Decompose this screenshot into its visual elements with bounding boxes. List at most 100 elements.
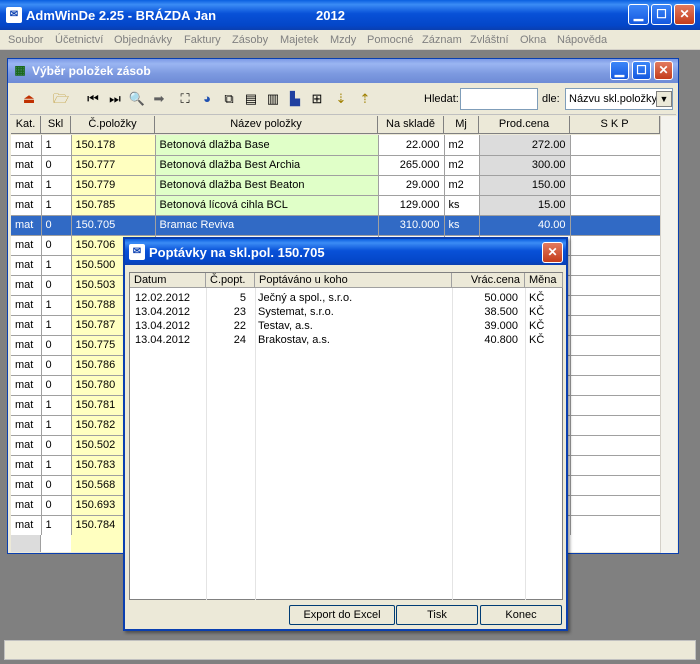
cell-skl[interactable]: 0 bbox=[41, 335, 72, 356]
menu-pomocne[interactable]: Pomocné bbox=[367, 34, 413, 46]
cell-skp[interactable] bbox=[570, 275, 661, 296]
dlg-cell-cena[interactable]: 38.500 bbox=[452, 305, 518, 319]
dlg-cell-mena[interactable]: KČ bbox=[529, 333, 563, 347]
search-input[interactable] bbox=[460, 88, 538, 110]
cell-skl[interactable]: 0 bbox=[41, 355, 72, 376]
cell-cislo[interactable]: 150.785 bbox=[71, 195, 156, 216]
menu-zvlastni[interactable]: Zvláštní bbox=[470, 34, 509, 46]
cell-skl[interactable]: 0 bbox=[41, 235, 72, 256]
table-icon[interactable]: ▤ bbox=[242, 90, 260, 108]
cell-kat[interactable]: mat bbox=[11, 495, 42, 516]
cell-sklad[interactable]: 310.000 bbox=[378, 215, 445, 236]
cell-nazev[interactable]: Betonová dlažba Best Beaton bbox=[155, 175, 379, 196]
cell-skp[interactable] bbox=[570, 175, 661, 196]
pie-chart-icon[interactable]: ◕ bbox=[198, 90, 216, 108]
menu-faktury[interactable]: Faktury bbox=[184, 34, 221, 46]
dlg-cell-cislo[interactable]: 22 bbox=[206, 319, 246, 333]
dlg-cell-mena[interactable]: KČ bbox=[529, 319, 563, 333]
menu-okna[interactable]: Okna bbox=[520, 34, 546, 46]
cell-sklad[interactable]: 129.000 bbox=[378, 195, 445, 216]
dlg-cell-kdo[interactable]: Systemat, s.r.o. bbox=[258, 305, 448, 319]
dlg-cell-datum[interactable]: 13.04.2012 bbox=[135, 305, 205, 319]
sort-desc-icon[interactable]: ⇡ bbox=[356, 90, 374, 108]
cell-skp[interactable] bbox=[570, 515, 661, 536]
dlg-cell-kdo[interactable]: Testav, a.s. bbox=[258, 319, 448, 333]
books-icon[interactable]: ▙ bbox=[286, 90, 304, 108]
dlg-cell-cena[interactable]: 40.800 bbox=[452, 333, 518, 347]
cell-kat[interactable]: mat bbox=[11, 475, 42, 496]
cell-kat[interactable]: mat bbox=[11, 235, 42, 256]
cell-kat[interactable]: mat bbox=[11, 435, 42, 456]
cell-mj[interactable]: ks bbox=[444, 195, 480, 216]
cell-cislo[interactable]: 150.178 bbox=[71, 135, 156, 156]
col-header-kat[interactable]: Kat. bbox=[11, 116, 41, 134]
col-header-sklad[interactable]: Na skladě bbox=[378, 116, 444, 134]
table-row[interactable]: mat 1 150.178 Betonová dlažba Base 22.000 m2 2… bbox=[11, 135, 661, 156]
menu-soubor[interactable]: Soubor bbox=[8, 34, 43, 46]
cell-cena[interactable]: 272.00 bbox=[479, 135, 571, 156]
cell-skp[interactable] bbox=[570, 255, 661, 276]
cell-kat[interactable]: mat bbox=[11, 335, 42, 356]
cell-skl[interactable]: 0 bbox=[41, 275, 72, 296]
grid-scrollbar-track[interactable] bbox=[660, 116, 677, 553]
cell-mj[interactable]: m2 bbox=[444, 135, 480, 156]
cell-skp[interactable] bbox=[570, 315, 661, 336]
chevron-down-icon[interactable]: ▼ bbox=[656, 91, 672, 107]
dlg-cell-mena[interactable]: KČ bbox=[529, 305, 563, 319]
cell-cena[interactable]: 15.00 bbox=[479, 195, 571, 216]
cell-skl[interactable]: 1 bbox=[41, 415, 72, 436]
maximize-button[interactable]: ☐ bbox=[651, 4, 672, 25]
menu-zaznam[interactable]: Záznam bbox=[422, 34, 462, 46]
cell-nazev[interactable]: Betonová dlažba Base bbox=[155, 135, 379, 156]
col-header-cislo[interactable]: Č.položky bbox=[71, 116, 155, 134]
select-area-icon[interactable]: ⛶ bbox=[176, 90, 194, 108]
cell-skp[interactable] bbox=[570, 195, 661, 216]
dlg-col-header-cena[interactable]: Vrác.cena bbox=[452, 273, 525, 288]
cell-kat[interactable]: mat bbox=[11, 375, 42, 396]
cell-kat[interactable]: mat bbox=[11, 515, 42, 536]
cell-kat[interactable]: mat bbox=[11, 455, 42, 476]
dialog-title-bar[interactable]: ✉ Poptávky na skl.pol. 150.705 ✕ bbox=[125, 239, 566, 265]
dlg-cell-datum[interactable]: 13.04.2012 bbox=[135, 319, 205, 333]
child-maximize-button[interactable]: ☐ bbox=[632, 61, 651, 80]
cell-kat[interactable]: mat bbox=[11, 255, 42, 276]
dlg-cell-cislo[interactable]: 23 bbox=[206, 305, 246, 319]
col-header-mj[interactable]: Mj bbox=[444, 116, 479, 134]
cell-skp[interactable] bbox=[570, 215, 661, 236]
cell-nazev[interactable]: Betonová lícová cihla BCL bbox=[155, 195, 379, 216]
menu-mzdy[interactable]: Mzdy bbox=[330, 34, 356, 46]
cell-mj[interactable]: ks bbox=[444, 215, 480, 236]
dlg-cell-datum[interactable]: 12.02.2012 bbox=[135, 291, 205, 305]
cell-sklad[interactable]: 265.000 bbox=[378, 155, 445, 176]
find-icon[interactable]: 🔍 bbox=[128, 90, 146, 108]
cell-sklad[interactable]: 29.000 bbox=[378, 175, 445, 196]
table-row[interactable]: mat 1 150.779 Betonová dlažba Best Beaton 29… bbox=[11, 175, 661, 196]
cell-kat[interactable]: mat bbox=[11, 275, 42, 296]
menu-napoveda[interactable]: Nápověda bbox=[557, 34, 607, 46]
cell-skp[interactable] bbox=[570, 235, 661, 256]
sort-asc-icon[interactable]: ⇣ bbox=[332, 90, 350, 108]
cell-skp[interactable] bbox=[570, 155, 661, 176]
cell-skl[interactable]: 1 bbox=[41, 315, 72, 336]
cell-skp[interactable] bbox=[570, 135, 661, 156]
cell-cislo[interactable]: 150.779 bbox=[71, 175, 156, 196]
cell-kat[interactable]: mat bbox=[11, 195, 42, 216]
dialog-close-button[interactable]: ✕ bbox=[542, 242, 563, 263]
print-button[interactable]: Tisk bbox=[396, 605, 478, 625]
cell-skl[interactable]: 1 bbox=[41, 295, 72, 316]
cell-skp[interactable] bbox=[570, 375, 661, 396]
menu-objednavky[interactable]: Objednávky bbox=[114, 34, 172, 46]
dlg-cell-mena[interactable]: KČ bbox=[529, 291, 563, 305]
first-record-icon[interactable]: ⏮ bbox=[84, 90, 102, 108]
copy-icon[interactable]: ⧉ bbox=[220, 90, 238, 108]
col-header-skp[interactable]: S K P bbox=[570, 116, 660, 134]
cell-cena[interactable]: 40.00 bbox=[479, 215, 571, 236]
cell-skp[interactable] bbox=[570, 295, 661, 316]
cell-skl[interactable]: 0 bbox=[41, 375, 72, 396]
go-to-icon[interactable]: ➡ bbox=[150, 90, 168, 108]
cell-mj[interactable]: m2 bbox=[444, 155, 480, 176]
cell-sklad[interactable]: 22.000 bbox=[378, 135, 445, 156]
child-title-bar[interactable]: ▦ Výběr položek zásob ▁ ☐ ✕ bbox=[8, 59, 678, 83]
cell-skp[interactable] bbox=[570, 355, 661, 376]
dlg-cell-datum[interactable]: 13.04.2012 bbox=[135, 333, 205, 347]
